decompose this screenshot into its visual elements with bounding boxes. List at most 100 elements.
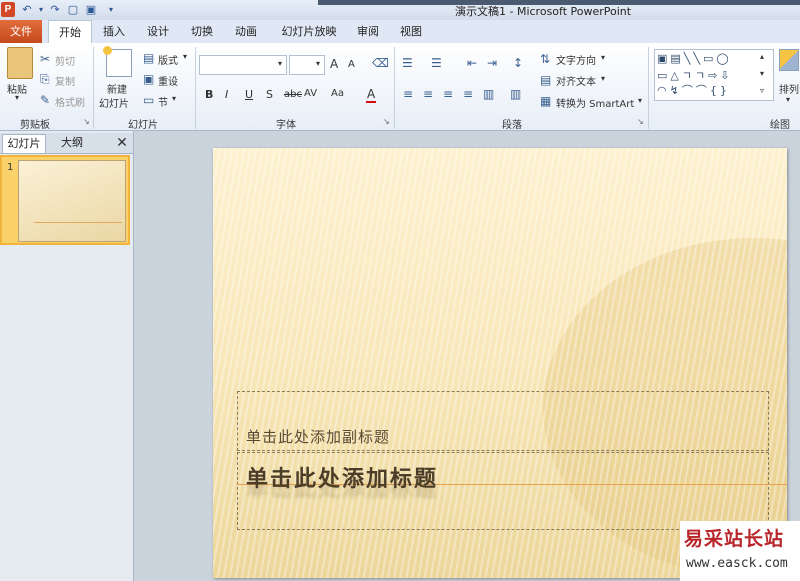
- tab-review[interactable]: 审阅: [350, 20, 386, 43]
- tab-transitions[interactable]: 切换: [184, 20, 220, 43]
- gallery-scroll-up-icon[interactable]: ▴: [760, 52, 764, 61]
- copy-button[interactable]: 复制: [55, 73, 75, 88]
- clear-formatting-icon[interactable]: ⌫: [372, 56, 389, 70]
- shapes-gallery[interactable]: ▣▤╲╲▭◯ ▭△ㄱㄱ⇨⇩ ◠↯⌒⌒{}: [654, 49, 774, 101]
- layout-dropdown-icon[interactable]: ▾: [183, 52, 187, 61]
- undo-dropdown-icon[interactable]: ▾: [34, 2, 48, 17]
- increase-indent-icon[interactable]: ⇥: [487, 56, 497, 70]
- align-text-button[interactable]: 对齐文本: [556, 73, 596, 88]
- group-separator: [394, 47, 395, 129]
- bullets-icon[interactable]: ☰: [402, 56, 413, 70]
- shapes-row-2[interactable]: ▭△ㄱㄱ⇨⇩: [657, 67, 733, 83]
- columns-icon[interactable]: ▥: [510, 87, 521, 101]
- slide-number: 1: [7, 162, 14, 173]
- drawing-group-label: 绘图: [770, 120, 790, 131]
- cut-icon[interactable]: ✂: [40, 52, 50, 66]
- tab-slides-pane[interactable]: 幻灯片: [2, 134, 46, 153]
- arrange-dropdown-icon[interactable]: ▾: [786, 95, 790, 104]
- smartart-icon[interactable]: ▦: [540, 94, 551, 108]
- numbering-icon[interactable]: ☰: [431, 56, 442, 70]
- font-launcher-icon[interactable]: ↘: [383, 117, 390, 126]
- align-text-icon[interactable]: ▤: [540, 73, 551, 87]
- redo-icon[interactable]: ↷: [48, 2, 62, 17]
- paste-icon[interactable]: [7, 47, 33, 79]
- powerpoint-app-icon[interactable]: P: [1, 2, 15, 17]
- text-shadow-button[interactable]: S: [266, 88, 273, 101]
- change-case-button[interactable]: Aa: [331, 88, 344, 99]
- save-icon[interactable]: ▣: [84, 2, 98, 17]
- tab-design[interactable]: 设计: [140, 20, 176, 43]
- slide-thumbnail[interactable]: [18, 160, 126, 242]
- font-name-dropdown-icon[interactable]: ▾: [278, 59, 282, 68]
- section-dropdown-icon[interactable]: ▾: [172, 94, 176, 103]
- layout-button[interactable]: 版式: [158, 52, 178, 67]
- tab-file[interactable]: 文件: [0, 20, 42, 43]
- paste-dropdown-icon[interactable]: ▾: [15, 93, 19, 102]
- title-placeholder-text[interactable]: 单击此处添加标题: [246, 461, 438, 493]
- group-separator: [648, 47, 649, 129]
- clipboard-group-label: 剪贴板: [20, 120, 50, 131]
- line-spacing-icon[interactable]: ↕: [513, 56, 523, 70]
- close-pane-icon[interactable]: ✕: [114, 134, 130, 152]
- tab-view[interactable]: 视图: [393, 20, 429, 43]
- new-slide-button[interactable]: 新建: [107, 81, 127, 96]
- tab-home[interactable]: 开始: [48, 20, 92, 43]
- copy-icon[interactable]: ⎘: [40, 72, 50, 87]
- grow-font-button[interactable]: A: [330, 57, 338, 71]
- watermark-logo: 易采站长站: [684, 528, 785, 550]
- clipboard-launcher-icon[interactable]: ↘: [83, 117, 90, 126]
- arrange-icon[interactable]: [779, 49, 799, 71]
- paragraph-launcher-icon[interactable]: ↘: [637, 117, 644, 126]
- gallery-more-icon[interactable]: ▿: [760, 86, 764, 95]
- align-left-icon[interactable]: ≡: [403, 87, 413, 101]
- align-center-icon[interactable]: ≡: [423, 87, 433, 101]
- shapes-row-3[interactable]: ◠↯⌒⌒{}: [657, 82, 730, 98]
- align-right-icon[interactable]: ≡: [443, 87, 453, 101]
- convert-smartart-button[interactable]: 转换为 SmartArt: [556, 95, 634, 110]
- new-slide-dropdown[interactable]: 幻灯片: [99, 95, 129, 110]
- distributed-icon[interactable]: ▥: [483, 87, 494, 101]
- font-color-button[interactable]: A: [367, 87, 375, 101]
- watermark-url: www.easck.com: [686, 556, 788, 571]
- gallery-scroll-down-icon[interactable]: ▾: [760, 69, 764, 78]
- font-color-swatch: [366, 101, 376, 103]
- tab-animations[interactable]: 动画: [228, 20, 264, 43]
- subtitle-placeholder-text[interactable]: 单击此处添加副标题: [246, 426, 390, 447]
- paragraph-group-label: 段落: [502, 120, 522, 131]
- font-name-dropdown[interactable]: [199, 55, 287, 75]
- format-painter-icon[interactable]: ✎: [40, 93, 50, 107]
- undo-icon[interactable]: ↶: [20, 2, 34, 17]
- tab-outline-pane[interactable]: 大纲: [48, 134, 96, 153]
- layout-icon[interactable]: ▤: [143, 51, 154, 65]
- slides-group-label: 幻灯片: [128, 120, 158, 131]
- align-text-dropdown-icon[interactable]: ▾: [601, 74, 605, 83]
- customize-quick-access-icon[interactable]: ▾: [104, 2, 118, 17]
- font-size-dropdown-icon[interactable]: ▾: [316, 59, 320, 68]
- character-spacing-button[interactable]: AV: [304, 88, 317, 99]
- font-group-label: 字体: [276, 120, 296, 131]
- section-icon[interactable]: ▭: [143, 93, 154, 107]
- tab-insert[interactable]: 插入: [96, 20, 132, 43]
- justify-icon[interactable]: ≡: [463, 87, 473, 101]
- decrease-indent-icon[interactable]: ⇤: [467, 56, 477, 70]
- text-direction-button[interactable]: 文字方向: [556, 52, 596, 67]
- arrange-button[interactable]: 排列: [779, 81, 799, 96]
- shapes-row-1[interactable]: ▣▤╲╲▭◯: [657, 52, 732, 65]
- reset-icon[interactable]: ▣: [143, 72, 154, 86]
- window-title: 演示文稿1 - Microsoft PowerPoint: [455, 5, 632, 18]
- group-separator: [93, 47, 94, 129]
- strikethrough-button[interactable]: abc: [284, 89, 302, 100]
- text-direction-icon[interactable]: ⇅: [540, 52, 550, 66]
- section-button[interactable]: 节: [158, 94, 168, 109]
- text-direction-dropdown-icon[interactable]: ▾: [601, 53, 605, 62]
- italic-button[interactable]: I: [225, 88, 228, 101]
- underline-button[interactable]: U: [245, 88, 253, 101]
- new-icon[interactable]: ▢: [66, 2, 80, 17]
- reset-button[interactable]: 重设: [158, 73, 178, 88]
- shrink-font-button[interactable]: A: [348, 59, 355, 70]
- format-painter-button[interactable]: 格式刷: [55, 94, 85, 109]
- bold-button[interactable]: B: [205, 88, 213, 101]
- smartart-dropdown-icon[interactable]: ▾: [638, 96, 642, 105]
- tab-slideshow[interactable]: 幻灯片放映: [276, 20, 342, 43]
- cut-button[interactable]: 剪切: [55, 53, 75, 68]
